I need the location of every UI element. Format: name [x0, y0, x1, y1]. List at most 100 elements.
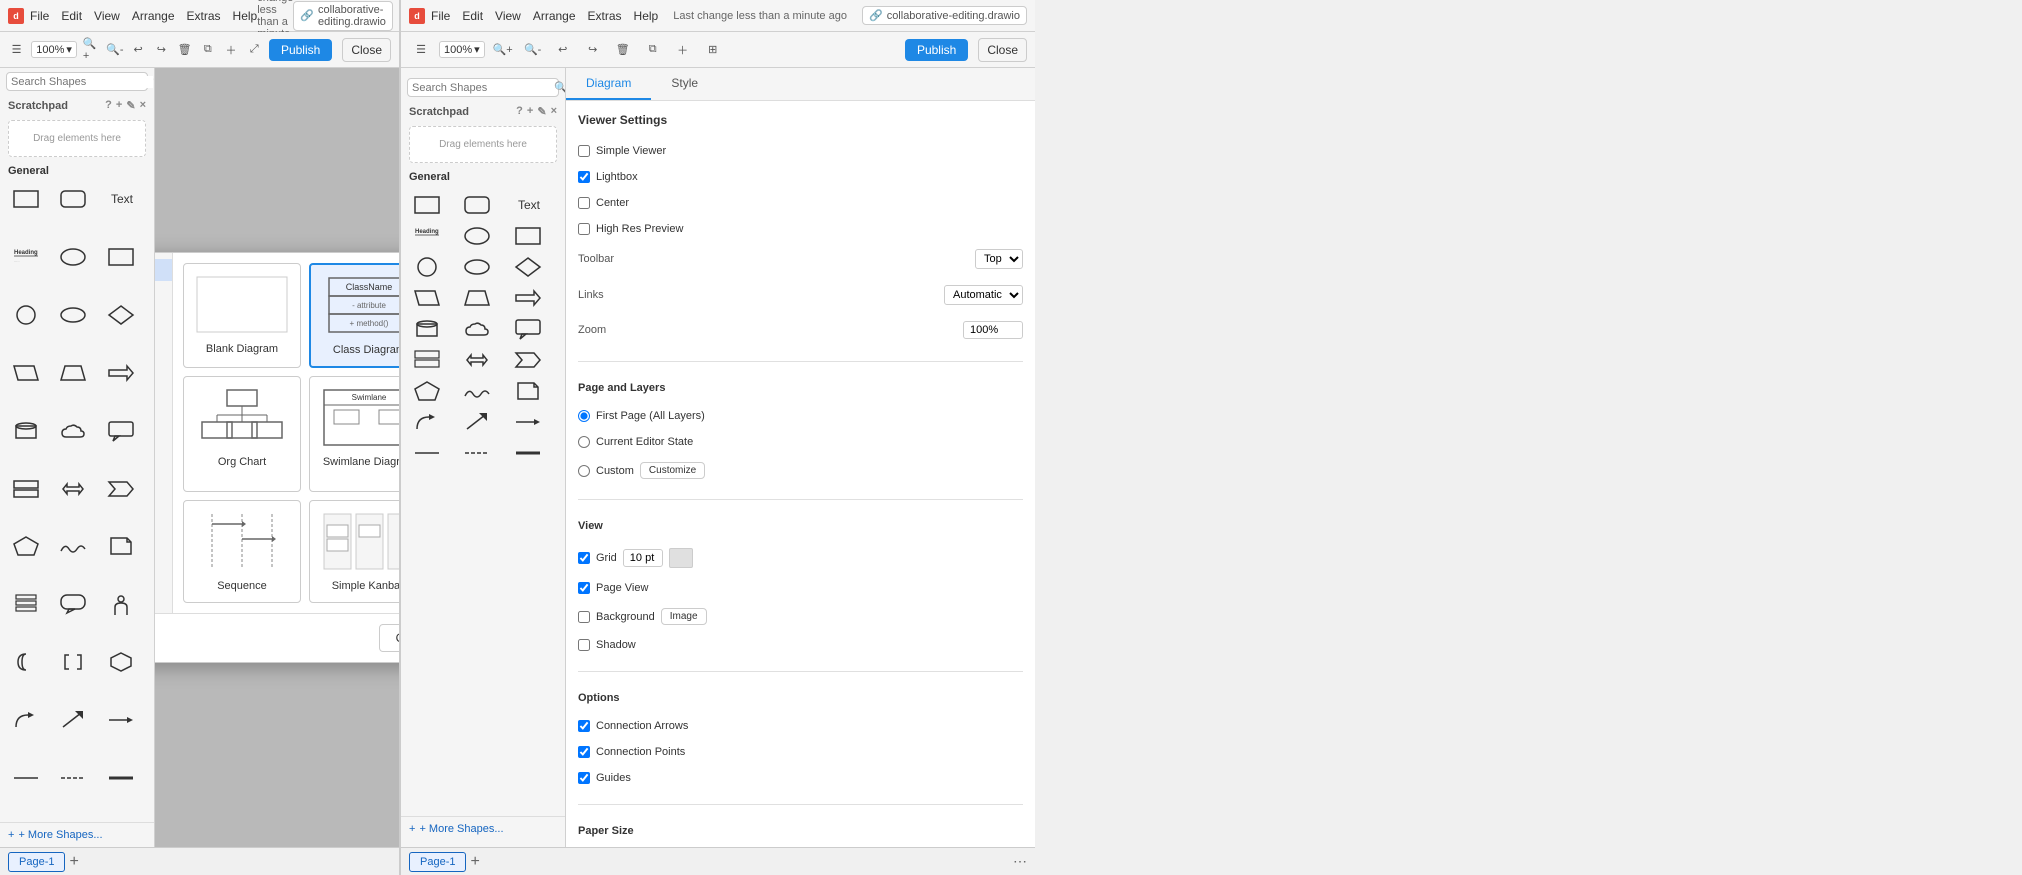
template-card-simplekanban[interactable]: Simple Kanban	[309, 500, 399, 603]
insert-shape-btn-right[interactable]: ＋	[671, 38, 695, 62]
high-res-checkbox[interactable]	[578, 223, 590, 235]
r-shape-rounded[interactable]	[459, 191, 495, 219]
center-checkbox[interactable]	[578, 197, 590, 209]
r-shape-trapezoid[interactable]	[459, 284, 495, 312]
shape-line2[interactable]	[55, 764, 91, 792]
shape-person[interactable]	[103, 590, 139, 618]
modal-category-charts(5)[interactable]: Charts (5)	[155, 303, 172, 325]
modal-category-basic(9)[interactable]: Basic (9)	[155, 259, 172, 281]
collab-btn-left[interactable]: 🔗 collaborative-editing.drawio	[293, 1, 393, 31]
more-shapes-right[interactable]: + + More Shapes...	[401, 816, 565, 841]
shape-bracket-left[interactable]	[55, 648, 91, 676]
scratchpad-edit-icon-right[interactable]: ✎	[537, 105, 546, 118]
r-shape-ellipse2[interactable]	[459, 253, 495, 281]
r-shape-pentagon[interactable]	[409, 377, 445, 405]
page-view-checkbox[interactable]	[578, 582, 590, 594]
scratchpad-edit-icon[interactable]: ✎	[126, 99, 135, 112]
shape-arrow-chevron[interactable]	[103, 475, 139, 503]
template-card-sequence[interactable]: Sequence	[183, 500, 301, 603]
shape-ellipse[interactable]	[55, 243, 91, 271]
links-select[interactable]: Automatic	[944, 285, 1023, 305]
close-btn-right[interactable]: Close	[978, 38, 1027, 62]
copy-btn-left[interactable]: ⧉	[199, 38, 216, 62]
r-shape-line1[interactable]	[409, 439, 445, 467]
search-input-left[interactable]	[11, 76, 153, 88]
modal-category-maps(5)[interactable]: Maps (5)	[155, 391, 172, 413]
zoom-out-btn-right[interactable]: 🔍-	[521, 38, 545, 62]
r-shape-callout[interactable]	[510, 315, 546, 343]
r-shape-stacked[interactable]	[409, 346, 445, 374]
modal-category-other(11)[interactable]: Other (11)	[155, 435, 172, 457]
shape-diamond[interactable]	[103, 301, 139, 329]
shape-double-arrow[interactable]	[55, 475, 91, 503]
scratchpad-add-icon-right[interactable]: +	[527, 105, 533, 118]
lightbox-checkbox[interactable]	[578, 171, 590, 183]
shape-speech[interactable]	[55, 590, 91, 618]
shape-callout[interactable]	[103, 417, 139, 445]
copy-btn-right[interactable]: ⧉	[641, 38, 665, 62]
shape-pentagon[interactable]	[8, 532, 44, 560]
menu-help-right[interactable]: Help	[634, 9, 659, 23]
shape-arrow-up-right[interactable]	[55, 706, 91, 734]
publish-btn-right[interactable]: Publish	[905, 39, 968, 61]
zoom-prop-input[interactable]	[963, 321, 1023, 339]
cancel-button[interactable]: Cancel	[379, 624, 399, 652]
menu-view-left[interactable]: View	[94, 9, 120, 23]
zoom-in-btn-left[interactable]: 🔍+	[83, 38, 100, 62]
page-options-icon[interactable]: ⋯	[1013, 853, 1027, 870]
close-btn-left[interactable]: Close	[342, 38, 391, 62]
undo-btn-right[interactable]: ↩	[551, 38, 575, 62]
simple-viewer-checkbox[interactable]	[578, 145, 590, 157]
page-tab-1-right[interactable]: Page-1	[409, 852, 466, 872]
r-shape-cloud[interactable]	[459, 315, 495, 343]
shape-line1[interactable]	[8, 764, 44, 792]
r-shape-arr-right[interactable]	[459, 408, 495, 436]
modal-category-tables(4)[interactable]: Tables (4)	[155, 479, 172, 501]
zoom-ctrl-right[interactable]: 100% ▾	[439, 41, 485, 58]
template-card-swimlanediagram[interactable]: SwimlaneSwimlane Diagram	[309, 376, 399, 491]
menu-file-left[interactable]: File	[30, 9, 49, 23]
menu-arrange-left[interactable]: Arrange	[132, 9, 175, 23]
scratchpad-close-icon-right[interactable]: ×	[551, 105, 557, 118]
scratchpad-add-icon[interactable]: +	[116, 99, 122, 112]
menu-help-left[interactable]: Help	[233, 9, 258, 23]
r-shape-diamond[interactable]	[510, 253, 546, 281]
shape-rect[interactable]	[8, 185, 44, 213]
shape-arrow-right[interactable]	[103, 359, 139, 387]
r-shape-arr-straight[interactable]	[510, 408, 546, 436]
shape-stacked[interactable]	[8, 590, 44, 618]
modal-category-software(8)[interactable]: Software (8)	[155, 457, 172, 479]
more-shapes-left[interactable]: + + More Shapes...	[0, 822, 154, 847]
grid-size-input[interactable]	[623, 549, 663, 567]
menu-edit-right[interactable]: Edit	[462, 9, 483, 23]
search-input-right[interactable]	[412, 82, 554, 94]
menu-file-right[interactable]: File	[431, 9, 450, 23]
shape-circle[interactable]	[8, 301, 44, 329]
r-shape-heading[interactable]: Heading	[409, 222, 445, 250]
tab-diagram[interactable]: Diagram	[566, 68, 651, 100]
share-btn-left[interactable]: ⤢	[246, 38, 263, 62]
add-page-btn-right[interactable]: +	[470, 853, 479, 871]
menu-extras-left[interactable]: Extras	[187, 9, 221, 23]
shape-arrow-straight[interactable]	[103, 706, 139, 734]
main-canvas[interactable]: Basic (9)Business (14)Charts (5)Cloud (4…	[155, 68, 399, 847]
r-shape-parallelogram[interactable]	[409, 284, 445, 312]
menu-edit-left[interactable]: Edit	[61, 9, 82, 23]
shape-cylinder[interactable]	[8, 417, 44, 445]
shape-line3[interactable]	[103, 764, 139, 792]
shape-rect-rounded[interactable]	[55, 185, 91, 213]
image-button[interactable]: Image	[661, 608, 707, 625]
shape-rect3[interactable]	[8, 475, 44, 503]
current-editor-radio[interactable]	[578, 436, 590, 448]
menu-view-right[interactable]: View	[495, 9, 521, 23]
shape-wave[interactable]	[55, 532, 91, 560]
custom-radio[interactable]	[578, 465, 590, 477]
shape-curved-arrow[interactable]	[8, 706, 44, 734]
shape-ellipse2[interactable]	[55, 301, 91, 329]
collab-btn-right[interactable]: 🔗 collaborative-editing.drawio	[862, 6, 1027, 25]
r-shape-chevron[interactable]	[510, 346, 546, 374]
modal-category-uml(8)[interactable]: UML (8)	[155, 501, 172, 523]
delete-btn-right[interactable]: 🗑	[611, 38, 635, 62]
menu-toggle-left[interactable]: ☰	[8, 38, 25, 62]
publish-btn-left[interactable]: Publish	[269, 39, 332, 61]
